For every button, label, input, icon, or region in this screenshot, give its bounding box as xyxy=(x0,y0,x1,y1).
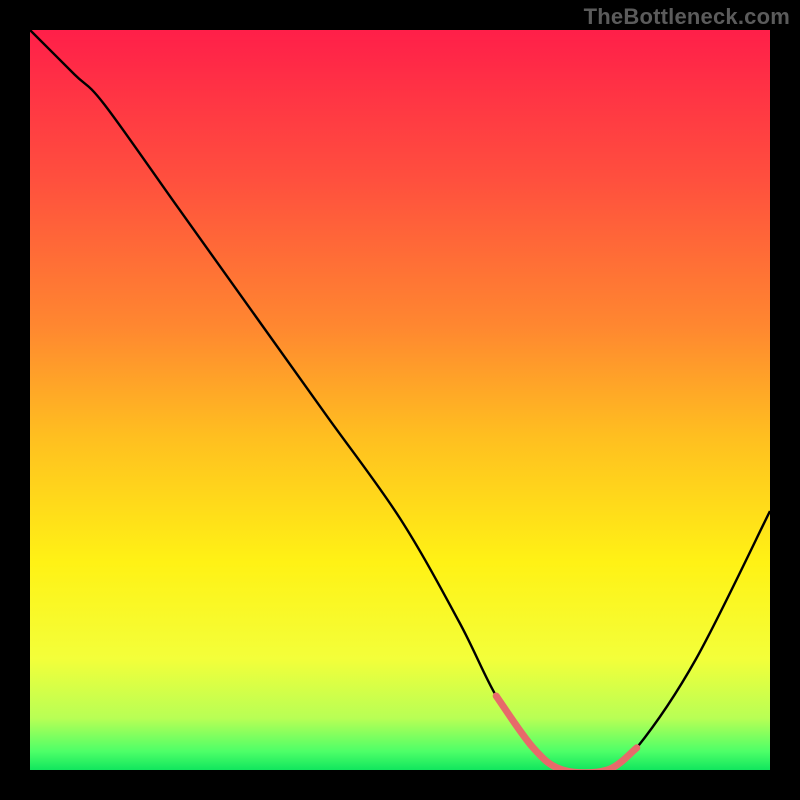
chart-frame: TheBottleneck.com xyxy=(0,0,800,800)
bottleneck-chart xyxy=(30,30,770,770)
plot-area xyxy=(30,30,770,770)
watermark-text: TheBottleneck.com xyxy=(584,4,790,30)
gradient-background xyxy=(30,30,770,770)
